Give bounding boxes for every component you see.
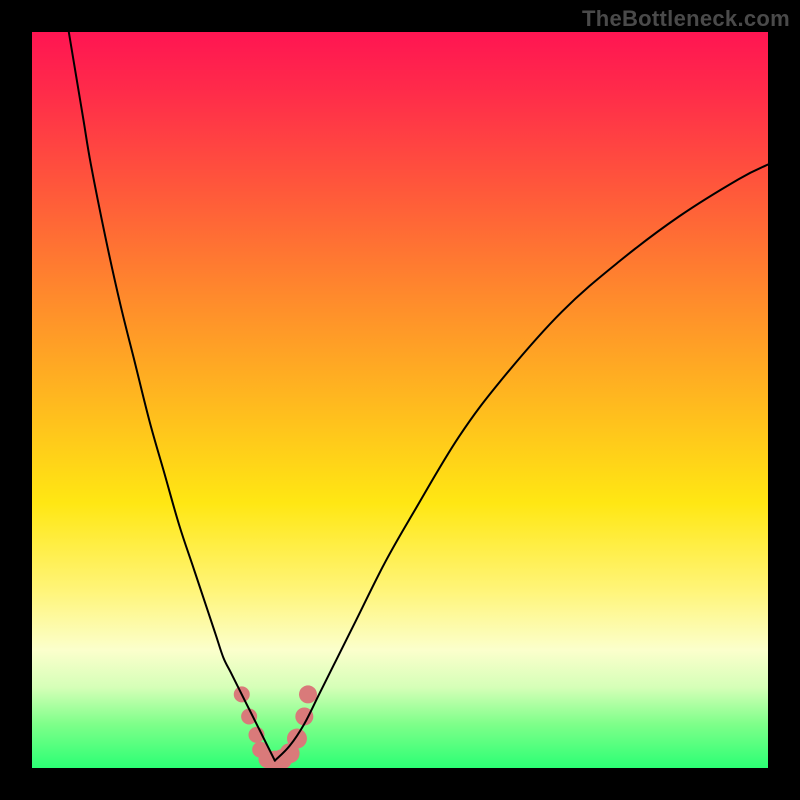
curve-canvas [32,32,768,768]
marker-group [234,685,317,768]
right-branch-curve [275,164,768,760]
highlight-marker [299,685,317,703]
plot-area [32,32,768,768]
watermark-label: TheBottleneck.com [582,6,790,32]
chart-frame: TheBottleneck.com [0,0,800,800]
left-branch-curve [69,32,275,761]
